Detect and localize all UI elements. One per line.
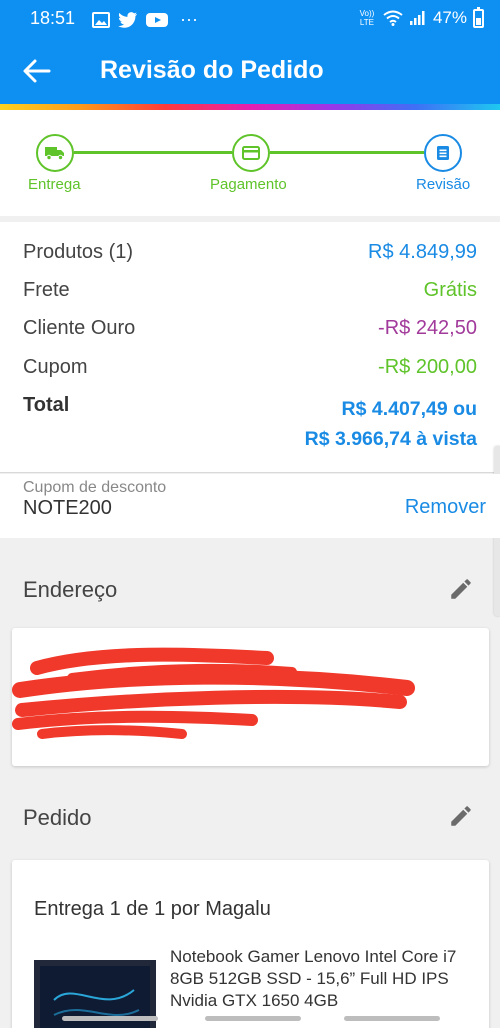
credit-card-icon bbox=[242, 146, 260, 160]
order-summary: Produtos (1) R$ 4.849,99 Frete Grátis Cl… bbox=[0, 222, 500, 473]
truck-icon bbox=[45, 147, 64, 161]
nav-handle-left bbox=[62, 1016, 158, 1021]
summary-row-shipping: Frete Grátis bbox=[23, 279, 477, 309]
edit-address-pencil-icon[interactable] bbox=[448, 576, 474, 602]
page-title: Revisão do Pedido bbox=[100, 56, 324, 84]
step-connector bbox=[270, 151, 424, 154]
delivery-title: Entrega 1 de 1 por Magalu bbox=[34, 898, 271, 920]
step-connector bbox=[74, 151, 232, 154]
shipping-value: Grátis bbox=[423, 279, 477, 301]
youtube-icon bbox=[146, 12, 168, 27]
remove-coupon-button[interactable]: Remover bbox=[405, 496, 486, 519]
gold-client-value: -R$ 242,50 bbox=[378, 317, 477, 339]
address-card[interactable] bbox=[12, 628, 489, 766]
coupon-section: Cupom de desconto NOTE200 Remover bbox=[0, 474, 500, 538]
order-card: Entrega 1 de 1 por Magalu Notebook Gamer… bbox=[12, 860, 489, 1028]
summary-row-gold-client: Cliente Ouro -R$ 242,50 bbox=[23, 317, 477, 347]
battery-percent: 47% bbox=[432, 8, 467, 27]
wifi-icon bbox=[383, 10, 403, 26]
status-time: 18:51 bbox=[30, 8, 76, 28]
step-revisao[interactable] bbox=[424, 134, 462, 172]
coupon-code: NOTE200 bbox=[23, 497, 112, 519]
notification-icons: ··· bbox=[92, 9, 198, 30]
nav-handle-right bbox=[344, 1016, 440, 1021]
redaction-scribble bbox=[12, 647, 415, 739]
summary-row-products: Produtos (1) R$ 4.849,99 bbox=[23, 241, 477, 271]
battery-icon bbox=[473, 6, 484, 28]
step-pagamento[interactable] bbox=[232, 134, 270, 172]
document-icon bbox=[437, 146, 449, 160]
volte-indicator: Vo)) LTE bbox=[359, 9, 375, 27]
gold-client-label: Cliente Ouro bbox=[23, 317, 136, 339]
total-value: R$ 4.407,49 ou R$ 3.966,74 à vista bbox=[305, 394, 477, 454]
shipping-label: Frete bbox=[23, 279, 70, 301]
signal-icon bbox=[409, 11, 425, 25]
products-label: Produtos (1) bbox=[23, 241, 134, 263]
coupon-discount-value: -R$ 200,00 bbox=[378, 356, 477, 378]
checkout-stepper: Entrega Pagamento Revisão bbox=[0, 110, 500, 216]
coupon-field-label: Cupom de desconto bbox=[23, 479, 167, 496]
step-label-pagamento: Pagamento bbox=[210, 176, 287, 193]
gallery-icon bbox=[92, 11, 110, 28]
nav-handle-center bbox=[205, 1016, 301, 1021]
coupon-discount-label: Cupom bbox=[23, 356, 88, 378]
address-section-title: Endereço bbox=[23, 577, 118, 602]
step-label-revisao: Revisão bbox=[416, 176, 471, 193]
product-name[interactable]: Notebook Gamer Lenovo Intel Core i7 8GB … bbox=[170, 946, 470, 1012]
order-section-title: Pedido bbox=[23, 805, 92, 830]
total-cash: R$ 3.966,74 à vista bbox=[304, 428, 477, 450]
step-label-entrega: Entrega bbox=[28, 176, 81, 193]
status-bar: 18:51 ··· Vo)) LTE 47% bbox=[0, 0, 500, 36]
total-label: Total bbox=[23, 394, 70, 416]
app-bar: Revisão do Pedido bbox=[0, 36, 500, 104]
twitter-icon bbox=[118, 11, 137, 28]
summary-row-coupon: Cupom -R$ 200,00 bbox=[23, 356, 477, 386]
products-value: R$ 4.849,99 bbox=[368, 241, 477, 263]
edit-order-pencil-icon[interactable] bbox=[448, 803, 474, 829]
more-notifications-icon: ··· bbox=[180, 9, 198, 29]
back-arrow-icon[interactable] bbox=[22, 58, 52, 84]
step-entrega[interactable] bbox=[36, 134, 74, 172]
status-right: Vo)) LTE 47% bbox=[357, 6, 484, 28]
total-installment: R$ 4.407,49 ou bbox=[341, 398, 478, 420]
